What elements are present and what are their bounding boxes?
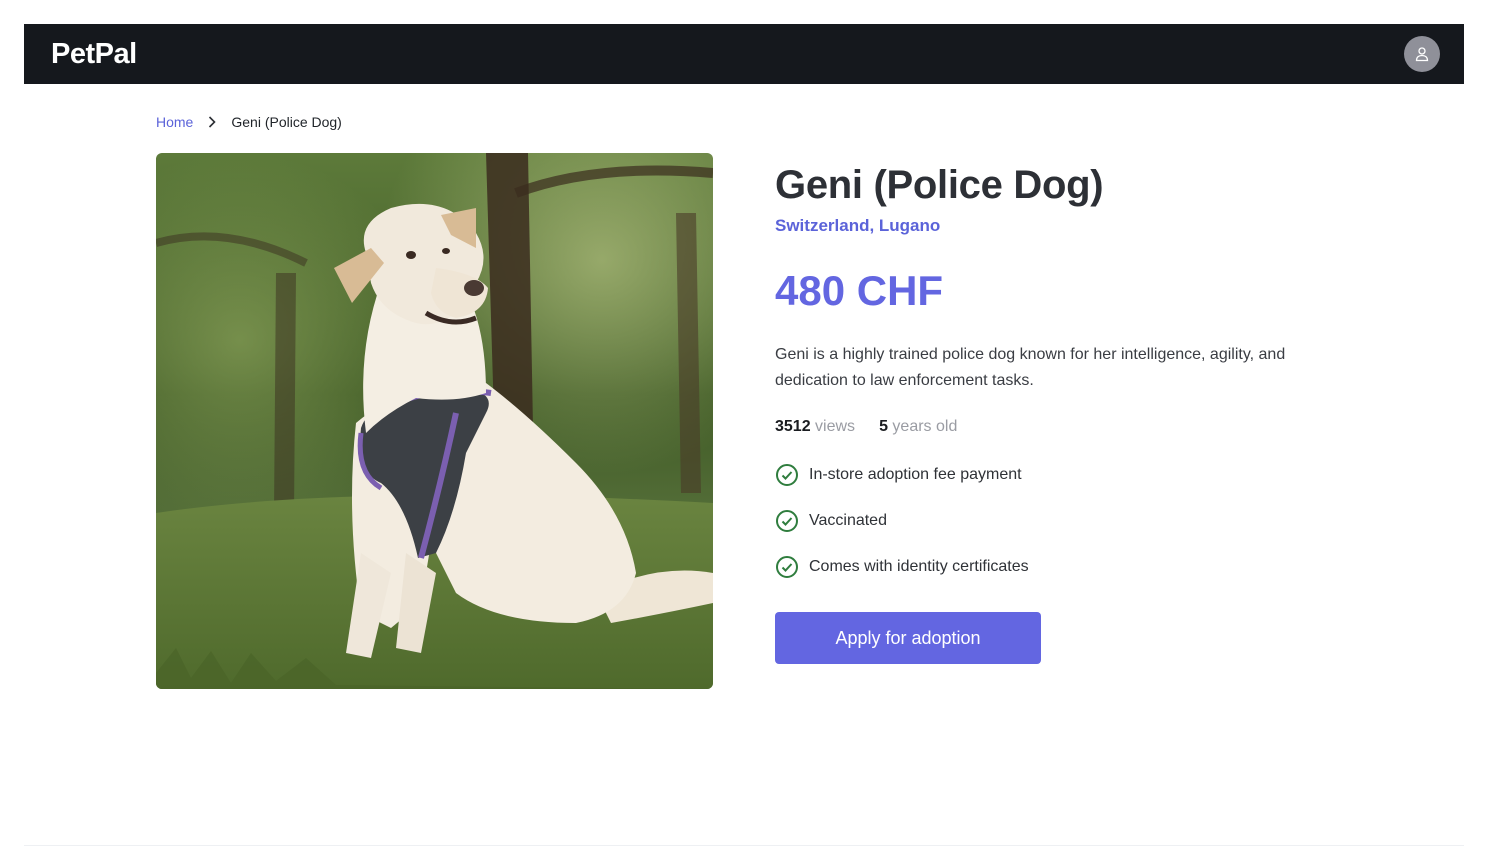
age-stat: 5 years old: [879, 418, 957, 436]
age-label: years old: [892, 418, 958, 435]
pet-description: Geni is a highly trained police dog know…: [775, 346, 1286, 389]
pet-location: Switzerland, Lugano: [775, 216, 941, 235]
navbar: PetPal: [24, 24, 1464, 84]
feature-list: In-store adoption fee payment Vaccinated…: [775, 452, 1375, 590]
age-value: 5: [879, 418, 888, 435]
list-item: Comes with identity certificates: [775, 544, 1375, 590]
breadcrumb-home-link[interactable]: Home: [156, 114, 193, 130]
apply-for-adoption-button[interactable]: Apply for adoption: [775, 612, 1041, 664]
user-icon: [1415, 47, 1429, 62]
pet-photo: [156, 153, 713, 689]
breadcrumb-current: Geni (Police Dog): [231, 114, 342, 130]
list-item: Vaccinated: [775, 498, 1375, 544]
breadcrumb: Home Geni (Police Dog): [156, 114, 342, 130]
pet-details: Geni (Police Dog) Switzerland, Lugano 48…: [775, 160, 1375, 664]
pet-stats: 3512 views 5 years old: [775, 418, 1375, 436]
feature-label: Vaccinated: [809, 512, 887, 529]
check-circle-icon: [776, 510, 798, 532]
pet-name: Geni (Police Dog): [775, 163, 1104, 207]
user-avatar-button[interactable]: [1404, 36, 1440, 72]
views-count: 3512: [775, 418, 811, 435]
feature-label: In-store adoption fee payment: [809, 466, 1022, 483]
chevron-right-icon: [205, 115, 219, 129]
brand-logo[interactable]: PetPal: [51, 38, 137, 71]
pet-detail-page: PetPal Home Geni (Police Dog) Geni (Poli…: [0, 0, 1488, 846]
feature-label: Comes with identity certificates: [809, 558, 1029, 575]
check-circle-icon: [776, 464, 798, 486]
views-label: views: [815, 418, 856, 435]
check-circle-icon: [776, 556, 798, 578]
views-stat: 3512 views: [775, 418, 855, 436]
pet-price: 480 CHF: [775, 267, 944, 314]
list-item: In-store adoption fee payment: [775, 452, 1375, 498]
